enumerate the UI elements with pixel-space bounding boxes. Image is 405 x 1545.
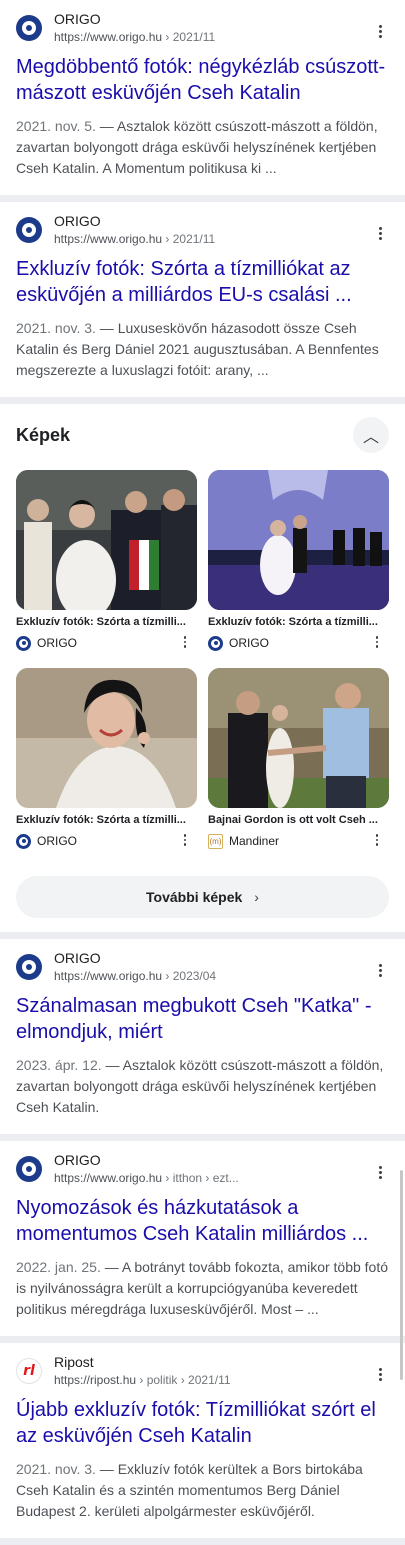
more-vert-icon[interactable] (371, 1163, 389, 1181)
result-source-name: ORIGO (54, 950, 101, 967)
section-divider (0, 195, 405, 202)
image-source-name: ORIGO (37, 636, 78, 650)
mandiner-favicon-icon: (m) (208, 833, 223, 849)
collapse-button[interactable]: ︿ (353, 417, 389, 453)
search-result: ORIGO https://www.origo.hu › 2021/11 Exk… (0, 202, 405, 397)
result-title-link[interactable]: Újabb exkluzív fotók: Tízmilliókat szórt… (16, 1397, 389, 1449)
image-caption: Bajnai Gordon is ott volt Cseh ... (208, 814, 378, 826)
image-caption: Exkluzív fotók: Szórta a tízmilli... (16, 814, 186, 826)
image-caption: Exkluzív fotók: Szórta a tízmilli... (208, 616, 378, 628)
result-snippet: 2021. nov. 3. — Luxuseskövőn házasodott … (16, 320, 379, 378)
result-url[interactable]: https://www.origo.hu › 2021/11 (54, 232, 389, 246)
more-vert-icon[interactable] (371, 833, 383, 847)
image-result[interactable]: Exkluzív fotók: Szórta a tízmilli... ORI… (208, 470, 389, 652)
image-result[interactable]: Bajnai Gordon is ott volt Cseh ... (m) Ma… (208, 668, 389, 850)
more-vert-icon[interactable] (371, 1365, 389, 1383)
result-url[interactable]: https://www.origo.hu › 2021/11 (54, 30, 389, 44)
image-source-name: ORIGO (229, 636, 270, 650)
origo-favicon-icon (16, 217, 42, 243)
origo-favicon-icon (16, 833, 31, 849)
result-title-link[interactable]: Nyomozások és házkutatások a momentumos … (16, 1195, 389, 1247)
image-result[interactable]: Exkluzív fotók: Szórta a tízmilli... ORI… (16, 470, 197, 652)
image-result[interactable]: Exkluzív fotók: Szórta a tízmilli... ORI… (16, 668, 197, 850)
result-snippet: 2021. nov. 5. — Asztalok között csúszott… (16, 118, 378, 176)
more-vert-icon[interactable] (371, 22, 389, 40)
section-divider (0, 397, 405, 404)
more-vert-icon[interactable] (179, 833, 191, 847)
origo-favicon-icon (16, 635, 31, 651)
result-source-name: ORIGO (54, 213, 101, 230)
search-result: ORIGO https://www.origo.hu › itthon › ez… (0, 1141, 405, 1336)
more-vert-icon[interactable] (371, 224, 389, 242)
result-title-link[interactable]: Szánalmasan megbukott Cseh "Katka" - elm… (16, 993, 389, 1045)
section-divider (0, 1538, 405, 1545)
result-source-name: Ripost (54, 1354, 94, 1371)
chevron-up-icon: ︿ (362, 429, 379, 446)
image-source-name: ORIGO (37, 834, 78, 848)
origo-favicon-icon (16, 15, 42, 41)
result-title-link[interactable]: Megdöbbentő fotók: négykézláb csúszott-m… (16, 54, 389, 106)
search-result: ORIGO https://www.origo.hu › 2021/11 Meg… (0, 0, 405, 195)
image-thumbnail[interactable] (208, 668, 389, 808)
result-snippet: 2021. nov. 3. — Exkluzív fotók kerültek … (16, 1461, 363, 1519)
result-url[interactable]: https://www.origo.hu › itthon › ezt... (54, 1171, 389, 1185)
result-url[interactable]: https://ripost.hu › politik › 2021/11 (54, 1373, 389, 1387)
section-divider (0, 932, 405, 939)
chevron-right-icon: › (254, 889, 259, 905)
result-snippet: 2023. ápr. 12. — Asztalok között csúszot… (16, 1057, 384, 1115)
origo-favicon-icon (16, 1156, 42, 1182)
result-snippet: 2022. jan. 25. — A botrányt tovább fokoz… (16, 1259, 389, 1317)
result-source-name: ORIGO (54, 1152, 101, 1169)
images-heading: Képek (16, 424, 71, 445)
search-result: rl Ripost https://ripost.hu › politik › … (0, 1343, 405, 1538)
ripost-favicon-icon: rl (16, 1358, 42, 1384)
more-images-button[interactable]: További képek › (16, 876, 389, 918)
result-url[interactable]: https://www.origo.hu › 2023/04 (54, 969, 389, 983)
more-vert-icon[interactable] (371, 635, 383, 649)
section-divider (0, 1336, 405, 1343)
origo-favicon-icon (208, 635, 223, 651)
image-thumbnail[interactable] (16, 470, 197, 610)
search-result: ORIGO https://www.origo.hu › 2023/04 Szá… (0, 939, 405, 1134)
image-thumbnail[interactable] (208, 470, 389, 610)
result-source-name: ORIGO (54, 11, 101, 28)
image-caption: Exkluzív fotók: Szórta a tízmilli... (16, 616, 186, 628)
section-divider (0, 1134, 405, 1141)
result-title-link[interactable]: Exkluzív fotók: Szórta a tízmilliókat az… (16, 256, 389, 308)
image-source-name: Mandiner (229, 834, 280, 848)
image-thumbnail[interactable] (16, 668, 197, 808)
origo-favicon-icon (16, 954, 42, 980)
images-section: Képek ︿ Exkluzív fotók: Szórta a tízmill… (0, 404, 405, 932)
scrollbar[interactable] (400, 1170, 403, 1380)
more-vert-icon[interactable] (371, 961, 389, 979)
more-vert-icon[interactable] (179, 635, 191, 649)
